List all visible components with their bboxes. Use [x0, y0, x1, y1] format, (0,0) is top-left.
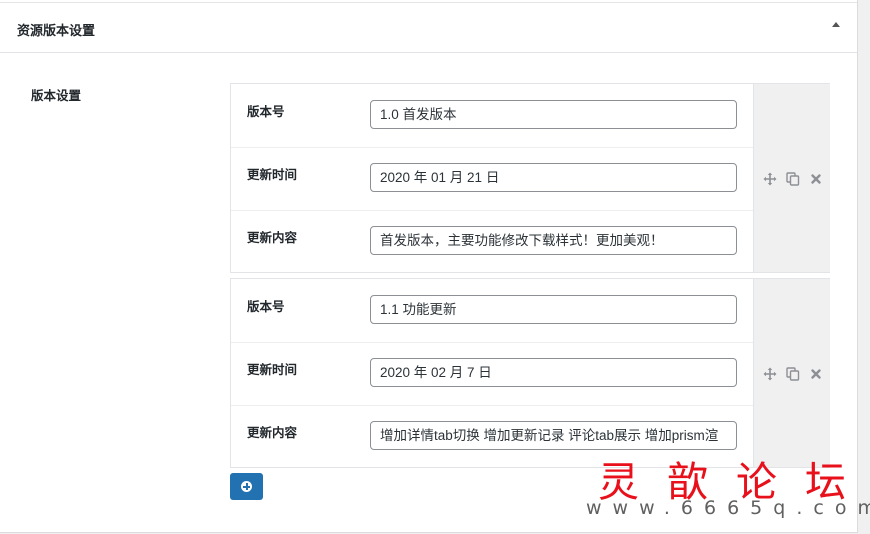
version-label: 版本号: [247, 105, 285, 119]
close-icon[interactable]: [809, 367, 823, 381]
version-row: 版本号 1.1 功能更新: [231, 279, 753, 343]
version-input[interactable]: 1.1 功能更新: [370, 295, 737, 324]
watermark-url: www.6665q.com: [586, 497, 870, 519]
update-content-label: 更新内容: [247, 231, 298, 245]
group-controls: [753, 279, 830, 467]
update-time-label: 更新时间: [247, 363, 298, 377]
update-time-input[interactable]: 2020 年 02 月 7 日: [370, 358, 737, 387]
update-content-row: 更新内容 首发版本，主要功能修改下载样式！更加美观！: [231, 210, 753, 273]
repeater-group: 版本号 1.1 功能更新 更新时间 2020 年 02 月 7 日 更新内容 增…: [230, 278, 830, 468]
move-arrows-icon[interactable]: [763, 172, 777, 186]
close-icon[interactable]: [809, 172, 823, 186]
add-group-button[interactable]: [230, 473, 263, 500]
update-time-label: 更新时间: [247, 168, 298, 182]
field-label: 版本设置: [31, 89, 82, 103]
group-controls: [753, 84, 830, 272]
update-content-input[interactable]: 首发版本，主要功能修改下载样式！更加美观！: [370, 226, 737, 255]
repeater-group: 版本号 1.0 首发版本 更新时间 2020 年 01 月 21 日 更新内容 …: [230, 83, 830, 273]
update-content-label: 更新内容: [247, 426, 298, 440]
copy-icon[interactable]: [786, 172, 800, 186]
update-time-row: 更新时间 2020 年 01 月 21 日: [231, 147, 753, 211]
section-title: 资源版本设置: [17, 23, 96, 38]
version-row: 版本号 1.0 首发版本: [231, 84, 753, 148]
copy-icon[interactable]: [786, 367, 800, 381]
version-input[interactable]: 1.0 首发版本: [370, 100, 737, 129]
section-header[interactable]: 资源版本设置: [0, 3, 857, 53]
caret-up-icon[interactable]: [829, 18, 843, 32]
update-content-input[interactable]: 增加详情tab切换 增加更新记录 评论tab展示 增加prism渲: [370, 421, 737, 450]
move-arrows-icon[interactable]: [763, 367, 777, 381]
update-time-input[interactable]: 2020 年 01 月 21 日: [370, 163, 737, 192]
version-label: 版本号: [247, 300, 285, 314]
plus-circle-icon: [241, 481, 252, 492]
update-time-row: 更新时间 2020 年 02 月 7 日: [231, 342, 753, 406]
